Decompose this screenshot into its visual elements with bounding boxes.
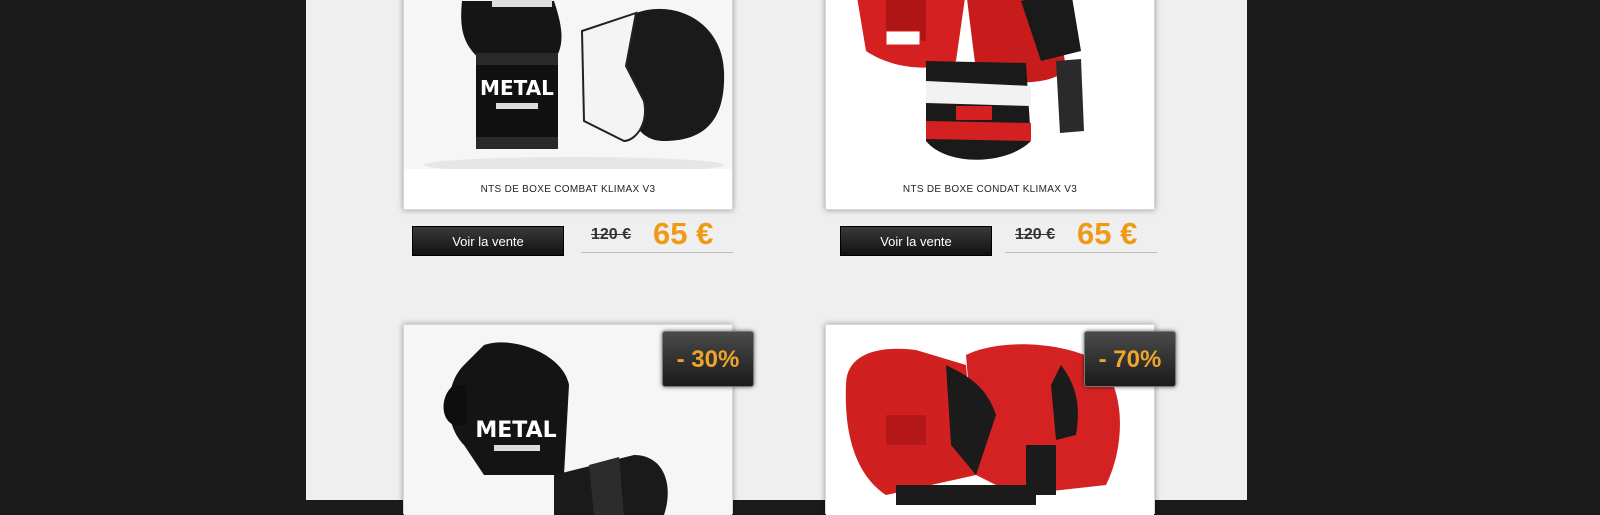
sale-price: 65 € [1077, 216, 1138, 251]
red-boxing-gloves-image [826, 0, 1154, 169]
view-sale-button[interactable]: Voir la vente [840, 226, 992, 256]
sale-price: 65 € [653, 216, 714, 251]
product-title: NTS DE BOXE COMBAT KLIMAX V3 [480, 184, 656, 195]
black-boxing-gloves-image: METAL [404, 0, 732, 169]
old-price: 120 € [591, 226, 632, 243]
price-row: 120 € 65 € [581, 216, 733, 253]
old-price: 120 € [1015, 226, 1056, 243]
product-image[interactable]: METAL [404, 0, 732, 169]
discount-badge: - 70% [1084, 331, 1176, 387]
product-card[interactable]: NTS DE BOXE CONDAT KLIMAX V3 [825, 0, 1155, 210]
product-image[interactable] [826, 0, 1154, 169]
brand-mark: METAL [475, 418, 556, 443]
price-row: 120 € 65 € [1005, 216, 1157, 253]
product-title: NTS DE BOXE CONDAT KLIMAX V3 [902, 184, 1078, 195]
discount-badge: - 30% [662, 331, 754, 387]
product-card[interactable]: METAL NTS DE BOXE COMBAT KLIMAX V3 [403, 0, 733, 210]
product-grid: METAL NTS DE BOXE COMBAT KLIMAX V3 Voir … [306, 0, 1247, 515]
brand-mark: METAL [480, 76, 554, 100]
view-sale-button[interactable]: Voir la vente [412, 226, 564, 256]
